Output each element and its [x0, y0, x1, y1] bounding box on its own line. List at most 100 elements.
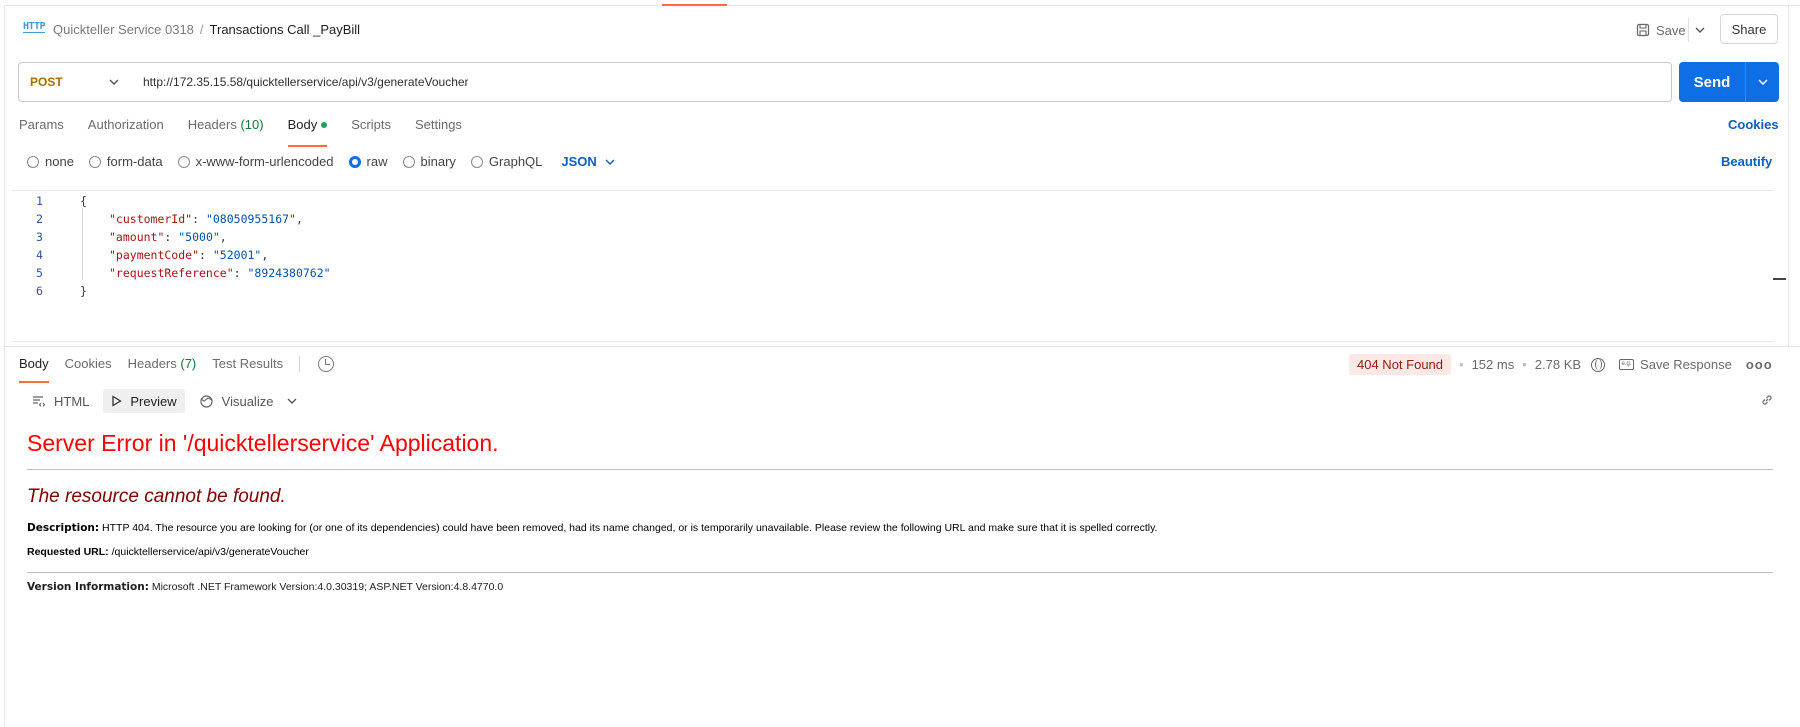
- preview-rule: [27, 469, 1773, 470]
- response-tab-headers-label: Headers: [127, 356, 177, 371]
- request-header: HTTP Quickteller Service 0318 / Transactio…: [0, 6, 1800, 52]
- code-line: "paymentCode": "52001",: [109, 248, 269, 262]
- visualize-icon: [200, 394, 213, 408]
- beautify-link[interactable]: Beautify: [1721, 154, 1772, 169]
- meta-dot: •: [1522, 357, 1527, 372]
- line-number: 1: [36, 194, 43, 208]
- response-tab-headers[interactable]: Headers (7): [128, 356, 197, 378]
- view-visualize-button[interactable]: Visualize: [191, 389, 282, 413]
- error-requested-url: Requested URL: /quicktellerservice/api/v…: [27, 546, 1773, 558]
- json-trail: ,: [219, 230, 227, 244]
- requested-url-text: /quicktellerservice/api/v3/generateVouch…: [111, 546, 309, 558]
- description-text: HTTP 404. The resource you are looking f…: [102, 522, 1158, 534]
- breadcrumb-request-name[interactable]: Transactions Call _PayBill: [210, 22, 361, 37]
- body-type-binary[interactable]: binary: [402, 154, 456, 169]
- status-badge[interactable]: 404 Not Found: [1349, 354, 1452, 375]
- body-type-urlencoded-label: x-www-form-urlencoded: [195, 154, 334, 169]
- response-tab-test-results[interactable]: Test Results: [212, 356, 283, 378]
- method-select[interactable]: POST: [19, 63, 135, 101]
- save-response-label: Save Response: [1640, 357, 1732, 372]
- error-description: Description: HTTP 404. The resource you …: [27, 522, 1773, 534]
- chevron-down-icon[interactable]: [287, 398, 297, 404]
- more-options-icon[interactable]: ooo: [1746, 357, 1773, 372]
- json-value: "5000": [178, 230, 220, 244]
- body-type-selector: none form-data x-www-form-urlencoded raw…: [27, 154, 615, 169]
- chevron-down-icon: [1757, 79, 1768, 85]
- breadcrumb-collection[interactable]: Quickteller Service 0318: [53, 22, 194, 37]
- response-tab-cookies[interactable]: Cookies: [65, 356, 112, 378]
- send-options-dropdown[interactable]: [1745, 62, 1779, 102]
- radio-circle-selected: [348, 155, 361, 168]
- pane-divider[interactable]: [4, 346, 1800, 347]
- json-key: "amount": [109, 230, 165, 244]
- right-border: [1788, 6, 1789, 346]
- body-type-form-data[interactable]: form-data: [88, 154, 163, 169]
- tab-body[interactable]: Body: [287, 117, 328, 147]
- tab-scripts[interactable]: Scripts: [351, 117, 391, 141]
- json-key: "customerId": [109, 212, 193, 226]
- link-icon[interactable]: [1760, 393, 1774, 407]
- tab-headers-label: Headers: [187, 117, 237, 132]
- history-icon[interactable]: [318, 356, 335, 372]
- body-type-raw[interactable]: raw: [348, 154, 388, 169]
- response-tabs: Body Cookies Headers (7) Test Results: [19, 356, 335, 383]
- version-label: Version Information:: [27, 581, 149, 593]
- radio-circle: [402, 155, 415, 168]
- globe-icon[interactable]: [1591, 357, 1606, 372]
- body-type-urlencoded[interactable]: x-www-form-urlencoded: [177, 154, 334, 169]
- tab-headers[interactable]: Headers (10): [188, 117, 264, 141]
- radio-circle: [27, 155, 39, 168]
- body-type-none[interactable]: none: [27, 154, 74, 169]
- request-body-editor[interactable]: 1 2 3 4 5 6 { "customerId": "08050955167…: [12, 190, 1774, 342]
- save-button[interactable]: Save: [1630, 18, 1692, 42]
- code-line: "customerId": "08050955167",: [109, 212, 303, 226]
- view-visualize-label: Visualize: [221, 393, 274, 409]
- line-number: 3: [36, 230, 43, 244]
- description-label: Description:: [27, 522, 100, 534]
- chevron-down-icon: [605, 159, 615, 165]
- json-value: "52001": [212, 248, 262, 262]
- share-button[interactable]: Share: [1720, 14, 1778, 44]
- tab-authorization[interactable]: Authorization: [88, 117, 164, 141]
- tab-settings[interactable]: Settings: [415, 117, 462, 141]
- http-request-icon: HTTP: [23, 21, 46, 33]
- requested-url-label: Requested URL:: [27, 546, 109, 558]
- json-key: "paymentCode": [109, 248, 200, 262]
- chevron-down-icon: [109, 79, 119, 85]
- tab-params[interactable]: Params: [19, 117, 64, 141]
- body-type-none-label: none: [45, 154, 74, 169]
- body-type-graphql[interactable]: GraphQL: [470, 154, 542, 169]
- body-type-form-data-label: form-data: [106, 154, 163, 169]
- response-time[interactable]: 152 ms: [1472, 357, 1515, 372]
- response-size[interactable]: 2.78 KB: [1535, 357, 1581, 372]
- save-options-dropdown[interactable]: [1688, 18, 1710, 42]
- error-subtitle: The resource cannot be found.: [27, 486, 286, 507]
- save-response-button[interactable]: e.g. Save Response: [1619, 357, 1732, 372]
- body-type-binary-label: binary: [420, 154, 456, 169]
- response-tab-headers-count: (7): [180, 356, 197, 371]
- editor-scroll-marker[interactable]: [1773, 278, 1786, 280]
- url-input[interactable]: http://172.35.15.58/quicktellerservice/a…: [135, 75, 469, 89]
- code-icon: [33, 395, 46, 407]
- raw-format-select[interactable]: JSON: [561, 154, 615, 169]
- send-button[interactable]: Send: [1679, 62, 1779, 102]
- method-label: POST: [30, 75, 63, 89]
- chevron-down-icon: [1695, 27, 1704, 33]
- view-html-button[interactable]: HTML: [24, 389, 97, 413]
- request-tabs: Params Authorization Headers (10) Body S…: [19, 117, 486, 147]
- send-label: Send: [1693, 73, 1731, 91]
- line-number: 4: [36, 248, 43, 262]
- postman-window: HTTP Quickteller Service 0318 / Transactio…: [0, 0, 1800, 727]
- view-preview-button[interactable]: Preview: [103, 389, 185, 413]
- save-label: Save: [1656, 22, 1686, 38]
- body-modified-dot: [321, 121, 328, 128]
- cookies-link[interactable]: Cookies: [1728, 117, 1779, 132]
- play-icon: [112, 395, 123, 407]
- code-line: "amount": "5000",: [109, 230, 227, 244]
- radio-circle: [470, 155, 483, 168]
- body-type-raw-label: raw: [366, 154, 388, 169]
- code-line: "requestReference": "8924380762": [109, 266, 331, 280]
- code-close-brace: }: [80, 284, 87, 298]
- response-tab-body[interactable]: Body: [19, 356, 49, 383]
- error-title: Server Error in '/quicktellerservice' Ap…: [27, 430, 499, 456]
